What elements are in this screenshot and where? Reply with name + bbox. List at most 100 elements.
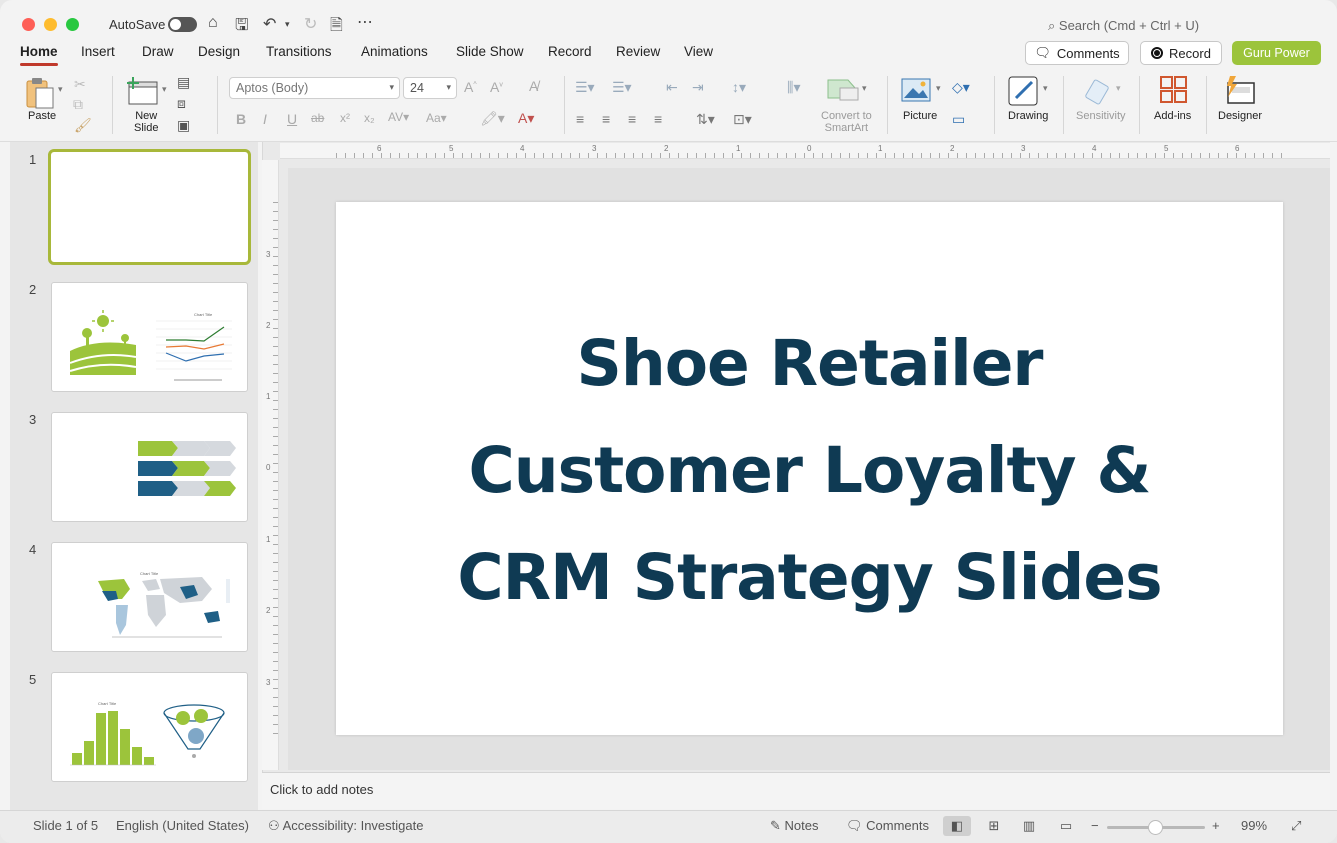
slide-thumbnail-4[interactable]: Chart Title [51, 542, 248, 652]
undo-icon[interactable]: ↶ [263, 14, 276, 34]
zoom-in-icon[interactable]: + [1212, 818, 1220, 833]
language-status[interactable]: English (United States) [116, 818, 249, 833]
slide-show-button[interactable]: ▭ [1052, 816, 1080, 836]
reading-view-button[interactable]: ▥ [1015, 816, 1043, 836]
line-spacing-icon[interactable]: ↕▾ [732, 79, 746, 96]
tab-review[interactable]: Review [616, 44, 660, 59]
clear-formatting-icon[interactable]: A̸ [529, 78, 538, 94]
sensitivity-dropdown-icon[interactable]: ▾ [1116, 83, 1121, 94]
font-name-select[interactable]: Aptos (Body) ▾ [229, 77, 400, 99]
strikethrough-icon[interactable]: ab [311, 111, 324, 125]
designer-icon[interactable] [1224, 75, 1258, 105]
fit-to-window-icon[interactable]: ⤢ [1291, 818, 1301, 834]
new-slide-dropdown-icon[interactable]: ▾ [162, 84, 167, 95]
layout-icon[interactable]: ▤ [177, 74, 190, 91]
paste-dropdown-icon[interactable]: ▾ [58, 84, 63, 95]
slide-title[interactable]: Shoe Retailer Customer Loyalty & CRM Str… [336, 310, 1283, 631]
notes-toggle[interactable]: ✎ Notes [770, 818, 819, 834]
tab-view[interactable]: View [684, 44, 713, 59]
comments-button[interactable]: 🗨 Comments [1025, 41, 1129, 65]
increase-indent-icon[interactable]: ⇥ [692, 79, 704, 96]
format-painter-icon[interactable]: 🖌 [74, 117, 92, 134]
record-button[interactable]: Record [1140, 41, 1222, 65]
cut-icon[interactable]: ✂ [74, 76, 86, 93]
bold-icon[interactable]: B [236, 111, 246, 127]
copy-icon[interactable]: ⧉ [73, 96, 83, 113]
ruler-number: 6 [1235, 144, 1240, 153]
increase-font-icon[interactable]: A^ [464, 79, 477, 95]
decrease-indent-icon[interactable]: ⇤ [666, 79, 678, 96]
highlight-icon[interactable]: 🖍▾ [480, 110, 505, 127]
font-size-select[interactable]: 24 ▾ [403, 77, 457, 99]
drawing-icon[interactable] [1008, 76, 1040, 106]
section-icon[interactable]: ▣ [177, 117, 190, 134]
columns-icon[interactable]: ⫼▾ [787, 79, 800, 96]
save-icon[interactable]: 🖫 [235, 14, 249, 41]
current-slide[interactable]: Shoe Retailer Customer Loyalty & CRM Str… [336, 202, 1283, 735]
align-center-icon[interactable]: ≡ [602, 111, 610, 127]
bullets-icon[interactable]: ☰▾ [575, 79, 595, 96]
picture-icon[interactable] [901, 78, 931, 102]
zoom-out-icon[interactable]: − [1091, 818, 1099, 833]
guru-power-button[interactable]: Guru Power [1232, 41, 1321, 65]
text-box-icon[interactable]: ▭ [952, 111, 965, 128]
zoom-level[interactable]: 99% [1241, 818, 1267, 833]
tab-record[interactable]: Record [548, 44, 592, 59]
tab-slide-show[interactable]: Slide Show [456, 44, 524, 59]
comments-toggle[interactable]: 🗨 Comments [846, 818, 929, 834]
smartart-icon[interactable] [826, 76, 862, 102]
slide-thumbnails-panel[interactable]: 1 2 Chart Title 3 4 Chart Title 5 Chart … [10, 142, 258, 810]
ribbon-tabs: Home Insert Draw Design Transitions Anim… [0, 42, 1337, 70]
redo-icon[interactable]: ↻ [304, 14, 317, 34]
normal-view-button[interactable]: ◧ [943, 816, 971, 836]
subscript-icon[interactable]: x₂ [364, 111, 375, 125]
decrease-font-icon[interactable]: Av [490, 79, 503, 95]
autosave-toggle[interactable] [168, 17, 197, 32]
change-case-icon[interactable]: Aa▾ [426, 111, 447, 125]
tab-home[interactable]: Home [20, 44, 58, 66]
italic-icon[interactable]: I [263, 111, 267, 127]
drawing-dropdown-icon[interactable]: ▾ [1043, 83, 1048, 94]
numbering-icon[interactable]: ☰▾ [612, 79, 632, 96]
text-direction-icon[interactable]: ⇅▾ [696, 111, 715, 128]
picture-dropdown-icon[interactable]: ▾ [936, 83, 941, 94]
more-options-icon[interactable]: ⋯ [357, 12, 373, 32]
tab-design[interactable]: Design [198, 44, 240, 59]
save-as-icon[interactable]: 🗎 [330, 14, 343, 41]
slide-thumbnail-2[interactable]: Chart Title [51, 282, 248, 392]
slide-thumbnail-5[interactable]: Chart Title [51, 672, 248, 782]
zoom-window-button[interactable] [66, 18, 79, 31]
ribbon-separator [1063, 76, 1064, 134]
minimize-window-button[interactable] [44, 18, 57, 31]
underline-icon[interactable]: U [287, 111, 297, 127]
home-icon[interactable]: ⌂ [208, 14, 218, 32]
justify-icon[interactable]: ≡ [654, 111, 662, 127]
notes-pane[interactable]: Click to add notes [262, 772, 1330, 809]
tab-insert[interactable]: Insert [81, 44, 115, 59]
tab-animations[interactable]: Animations [361, 44, 428, 59]
smartart-dropdown-icon[interactable]: ▾ [862, 83, 867, 94]
shapes-icon[interactable]: ◇▾ [952, 79, 970, 96]
powerpoint-window: AutoSave ⌂ 🖫 ↶ ▾ ↻ 🗎 ⋯ ⌕ Search (Cmd + C… [0, 0, 1337, 843]
reset-icon[interactable]: ⧈ [177, 95, 186, 112]
close-window-button[interactable] [22, 18, 35, 31]
align-text-icon[interactable]: ⊡▾ [733, 111, 752, 128]
paste-icon[interactable] [24, 76, 56, 110]
slide-sorter-button[interactable]: ⊞ [980, 816, 1008, 836]
search-field[interactable]: ⌕ Search (Cmd + Ctrl + U) [1048, 18, 1199, 34]
accessibility-status[interactable]: ⚇ Accessibility: Investigate [268, 818, 423, 834]
tab-draw[interactable]: Draw [142, 44, 174, 59]
zoom-slider-handle[interactable] [1148, 820, 1163, 835]
tab-transitions[interactable]: Transitions [266, 44, 332, 59]
new-slide-icon[interactable] [126, 76, 160, 106]
slide-thumbnail-1[interactable] [48, 149, 251, 265]
align-left-icon[interactable]: ≡ [576, 111, 584, 127]
slide-thumbnail-3[interactable] [51, 412, 248, 522]
character-spacing-icon[interactable]: AV▾ [388, 110, 409, 124]
add-ins-icon[interactable] [1160, 76, 1188, 104]
sensitivity-icon[interactable] [1085, 76, 1115, 106]
font-color-icon[interactable]: A▾ [518, 110, 534, 127]
superscript-icon[interactable]: x² [340, 111, 350, 125]
align-right-icon[interactable]: ≡ [628, 111, 636, 127]
undo-dropdown-icon[interactable]: ▾ [285, 19, 290, 30]
